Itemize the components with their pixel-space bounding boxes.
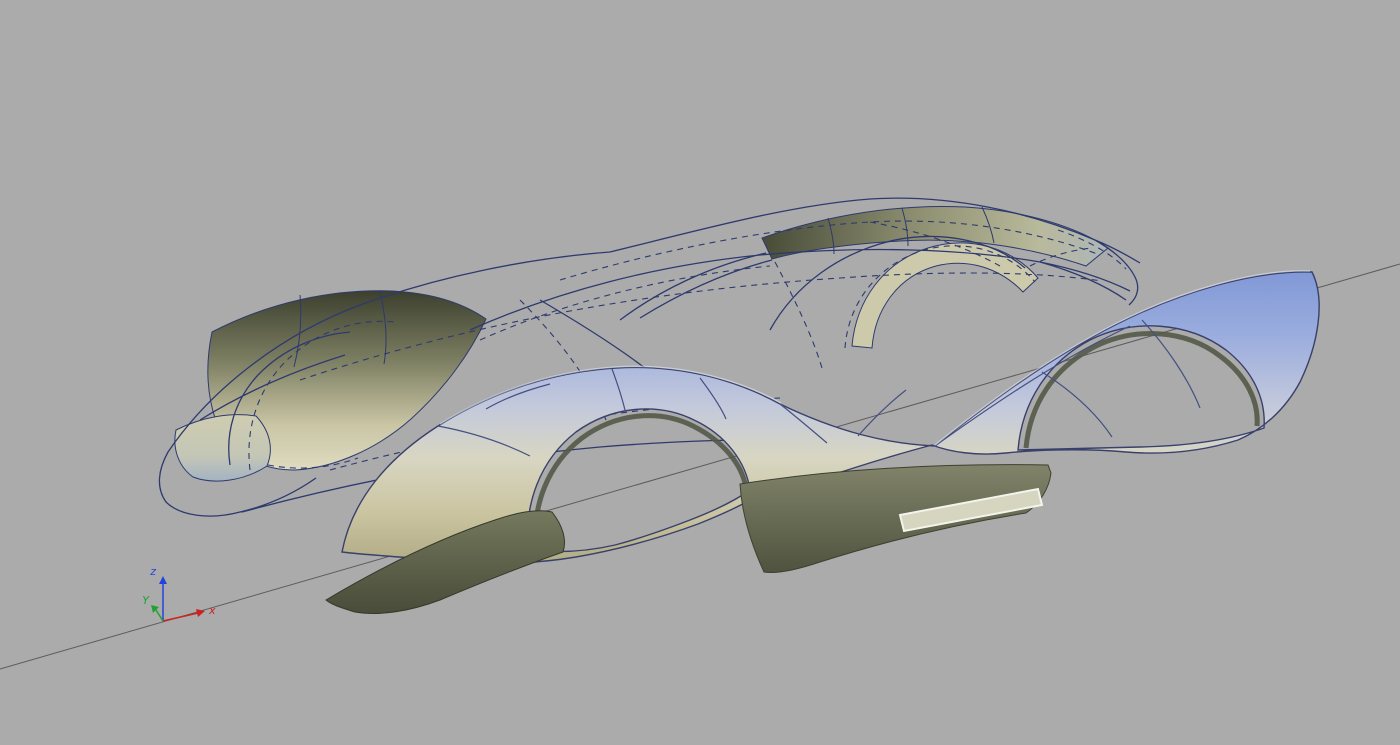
cad-viewport[interactable]: z x Y xyxy=(0,0,1400,745)
z-axis-label: z xyxy=(149,565,156,578)
x-axis-label: x xyxy=(208,604,216,617)
viewport-canvas[interactable]: z x Y xyxy=(0,0,1400,745)
